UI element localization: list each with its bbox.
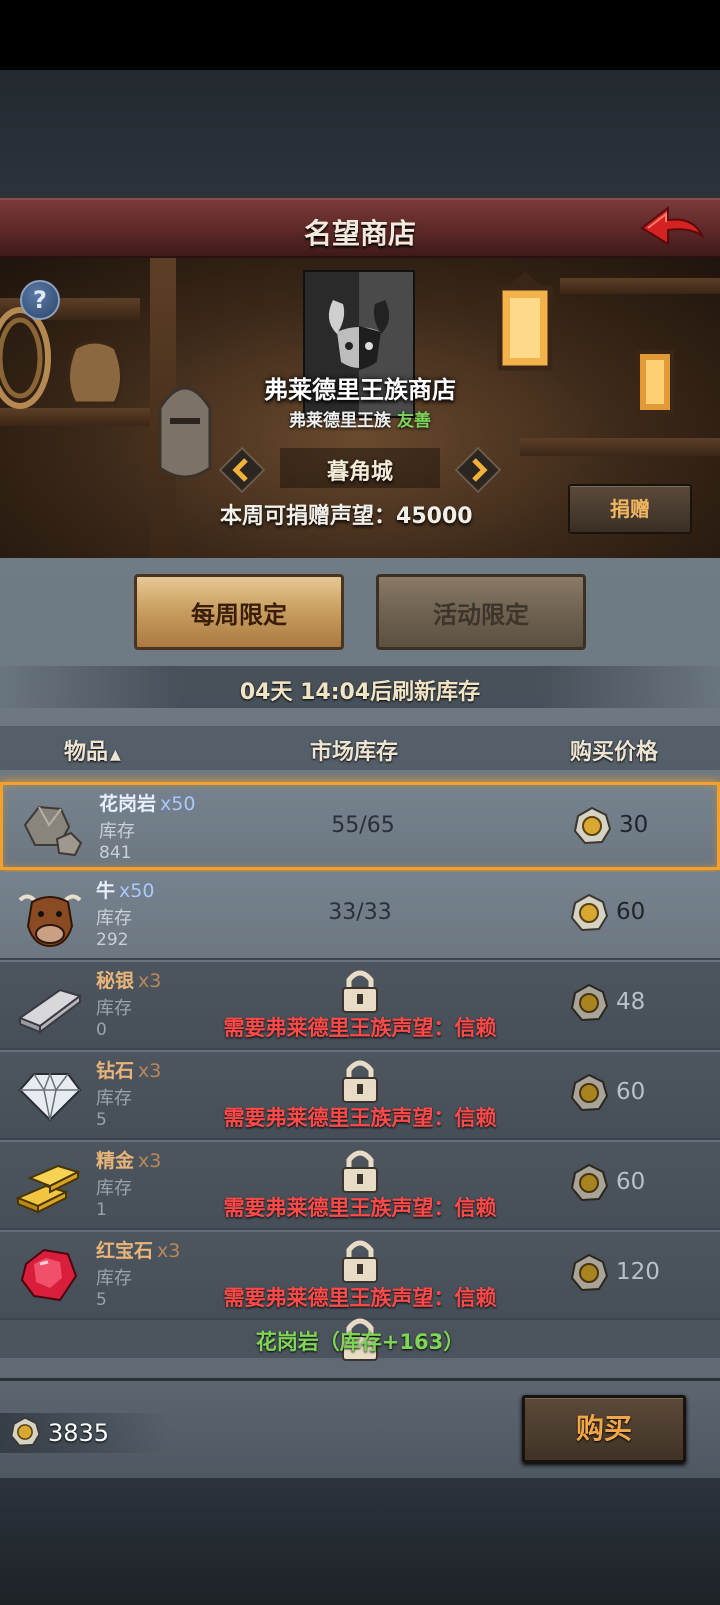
coin-icon: [10, 1417, 40, 1447]
help-button[interactable]: ?: [20, 280, 60, 320]
next-city-button[interactable]: [454, 446, 502, 494]
purchase-hint-row: 花岗岩（库存+163）: [0, 1318, 720, 1361]
table-row[interactable]: 钻石 x3 库存 5 需要弗莱德里王族声望：信赖 60: [0, 1052, 720, 1140]
back-arrow-icon: [640, 205, 705, 246]
price-value: 30: [619, 812, 649, 838]
coin-icon: [570, 1164, 608, 1202]
footer-bar: 3835 购买: [0, 1378, 720, 1478]
market-stock: 33/33: [328, 900, 392, 925]
column-item[interactable]: 物品 ▲: [64, 734, 121, 766]
table-row[interactable]: 精金 x3 库存 1 需要弗莱德里王族声望：信赖 60: [0, 1142, 720, 1230]
diamond-icon: [18, 1071, 82, 1122]
shop-name: 弗莱德里王族商店: [264, 376, 456, 404]
stock-label: 库存: [96, 908, 132, 929]
stock-label: 库存: [96, 1268, 132, 1289]
item-name: 秘银 x3: [96, 970, 162, 992]
coin-icon: [570, 894, 608, 932]
coin-icon: [573, 807, 611, 845]
item-name: 牛 x50: [96, 880, 155, 902]
currency-balance: 3835: [48, 1419, 110, 1447]
title-bar: 名望商店: [0, 198, 720, 258]
shop-screen: 名望商店 ? 弗莱德里王族商店 弗莱德里王族 友善 暮角城 本周可捐赠声望：45…: [0, 0, 720, 1605]
mithril-icon: [17, 988, 83, 1034]
donate-button[interactable]: 捐赠: [568, 484, 692, 534]
stock-value: 841: [99, 843, 132, 863]
table-row[interactable]: 秘银 x3 库存 0 需要弗莱德里王族声望：信赖 48: [0, 962, 720, 1050]
prev-city-button[interactable]: [218, 446, 266, 494]
column-item-label: 物品: [64, 740, 109, 765]
chevron-left-icon: [218, 446, 266, 494]
ruby-icon: [20, 1248, 78, 1302]
stock-value: 1: [96, 1200, 107, 1220]
lock-requirement: 需要弗莱德里王族声望：信赖: [223, 1106, 497, 1130]
granite-icon: [23, 805, 83, 857]
item-name: 花岗岩 x50: [99, 793, 196, 815]
tab-event-limited[interactable]: 活动限定: [376, 574, 586, 650]
shelf-plank: [560, 278, 720, 294]
donate-value: 45000: [396, 504, 473, 529]
cow-icon: [18, 894, 82, 948]
stock-label: 库存: [96, 1178, 132, 1199]
status-bar-area: [0, 0, 720, 70]
faction-attitude: 友善: [396, 411, 431, 431]
coin-icon: [570, 1074, 608, 1112]
stock-label: 库存: [96, 1088, 132, 1109]
table-header: 物品 ▲ 市场库存 购买价格: [0, 726, 720, 770]
city-name: 暮角城: [326, 460, 393, 485]
gold-bar-icon: [16, 1164, 81, 1214]
stock-label: 库存: [99, 821, 135, 842]
sort-ascending-icon: ▲: [110, 747, 121, 763]
page-title: 名望商店: [303, 217, 416, 250]
price-value: 120: [616, 1259, 660, 1285]
faction-name: 弗莱德里王族: [289, 411, 392, 431]
price-value: 60: [616, 899, 646, 925]
item-name: 钻石 x3: [96, 1060, 162, 1082]
lock-requirement: 需要弗莱德里王族声望：信赖: [223, 1286, 497, 1310]
market-stock: 55/65: [331, 813, 395, 838]
price-value: 48: [616, 989, 646, 1015]
stock-value: 5: [96, 1110, 107, 1130]
item-name: 红宝石 x3: [96, 1240, 181, 1262]
price-value: 60: [616, 1169, 646, 1195]
donate-info: 本周可捐赠声望：45000: [220, 498, 473, 530]
top-backdrop: [0, 70, 720, 198]
column-price: 购买价格: [570, 740, 659, 765]
stock-value: 5: [96, 1290, 107, 1310]
column-market-stock: 市场库存: [310, 740, 399, 765]
stock-value: 292: [96, 930, 129, 950]
chevron-right-icon: [454, 446, 502, 494]
lock-icon: [342, 1240, 378, 1283]
refresh-timer-bar: 04天 14:04后刷新库存: [0, 666, 720, 708]
help-icon: ?: [33, 286, 47, 314]
stock-label: 库存: [96, 998, 132, 1019]
stock-value: 0: [96, 1020, 107, 1040]
bottom-backdrop: [0, 1478, 720, 1605]
tab-weekly-limited[interactable]: 每周限定: [134, 574, 344, 650]
price-value: 60: [616, 1079, 646, 1105]
refresh-timer: 04天 14:04后刷新库存: [239, 680, 481, 705]
lock-requirement: 需要弗莱德里王族声望：信赖: [223, 1196, 497, 1220]
buy-button[interactable]: 购买: [522, 1395, 686, 1463]
lock-icon: [342, 970, 378, 1013]
faction-line: 弗莱德里王族 友善: [0, 406, 720, 431]
donate-label: 本周可捐赠声望：: [220, 504, 397, 529]
shop-banner: ? 弗莱德里王族商店 弗莱德里王族 友善 暮角城 本周可捐赠声望：45000 捐…: [0, 258, 720, 558]
purchase-hint: 花岗岩（库存+163）: [255, 1330, 465, 1354]
item-name: 精金 x3: [96, 1150, 162, 1172]
coin-icon: [570, 1254, 608, 1292]
table-row[interactable]: 牛 x50 库存 292 33/33 60: [0, 872, 720, 960]
back-button[interactable]: [638, 202, 706, 256]
table-row[interactable]: 花岗岩 x50 库存 841 55/65 30: [0, 782, 720, 870]
lock-requirement: 需要弗莱德里王族声望：信赖: [223, 1016, 497, 1040]
table-row[interactable]: 红宝石 x3 库存 5 需要弗莱德里王族声望：信赖 120: [0, 1232, 720, 1320]
shop-content: 每周限定 活动限定 04天 14:04后刷新库存 物品 ▲ 市场库存 购买价格 花…: [0, 558, 720, 1478]
lock-icon: [342, 1150, 378, 1193]
coin-icon: [570, 984, 608, 1022]
lock-icon: [342, 1060, 378, 1103]
